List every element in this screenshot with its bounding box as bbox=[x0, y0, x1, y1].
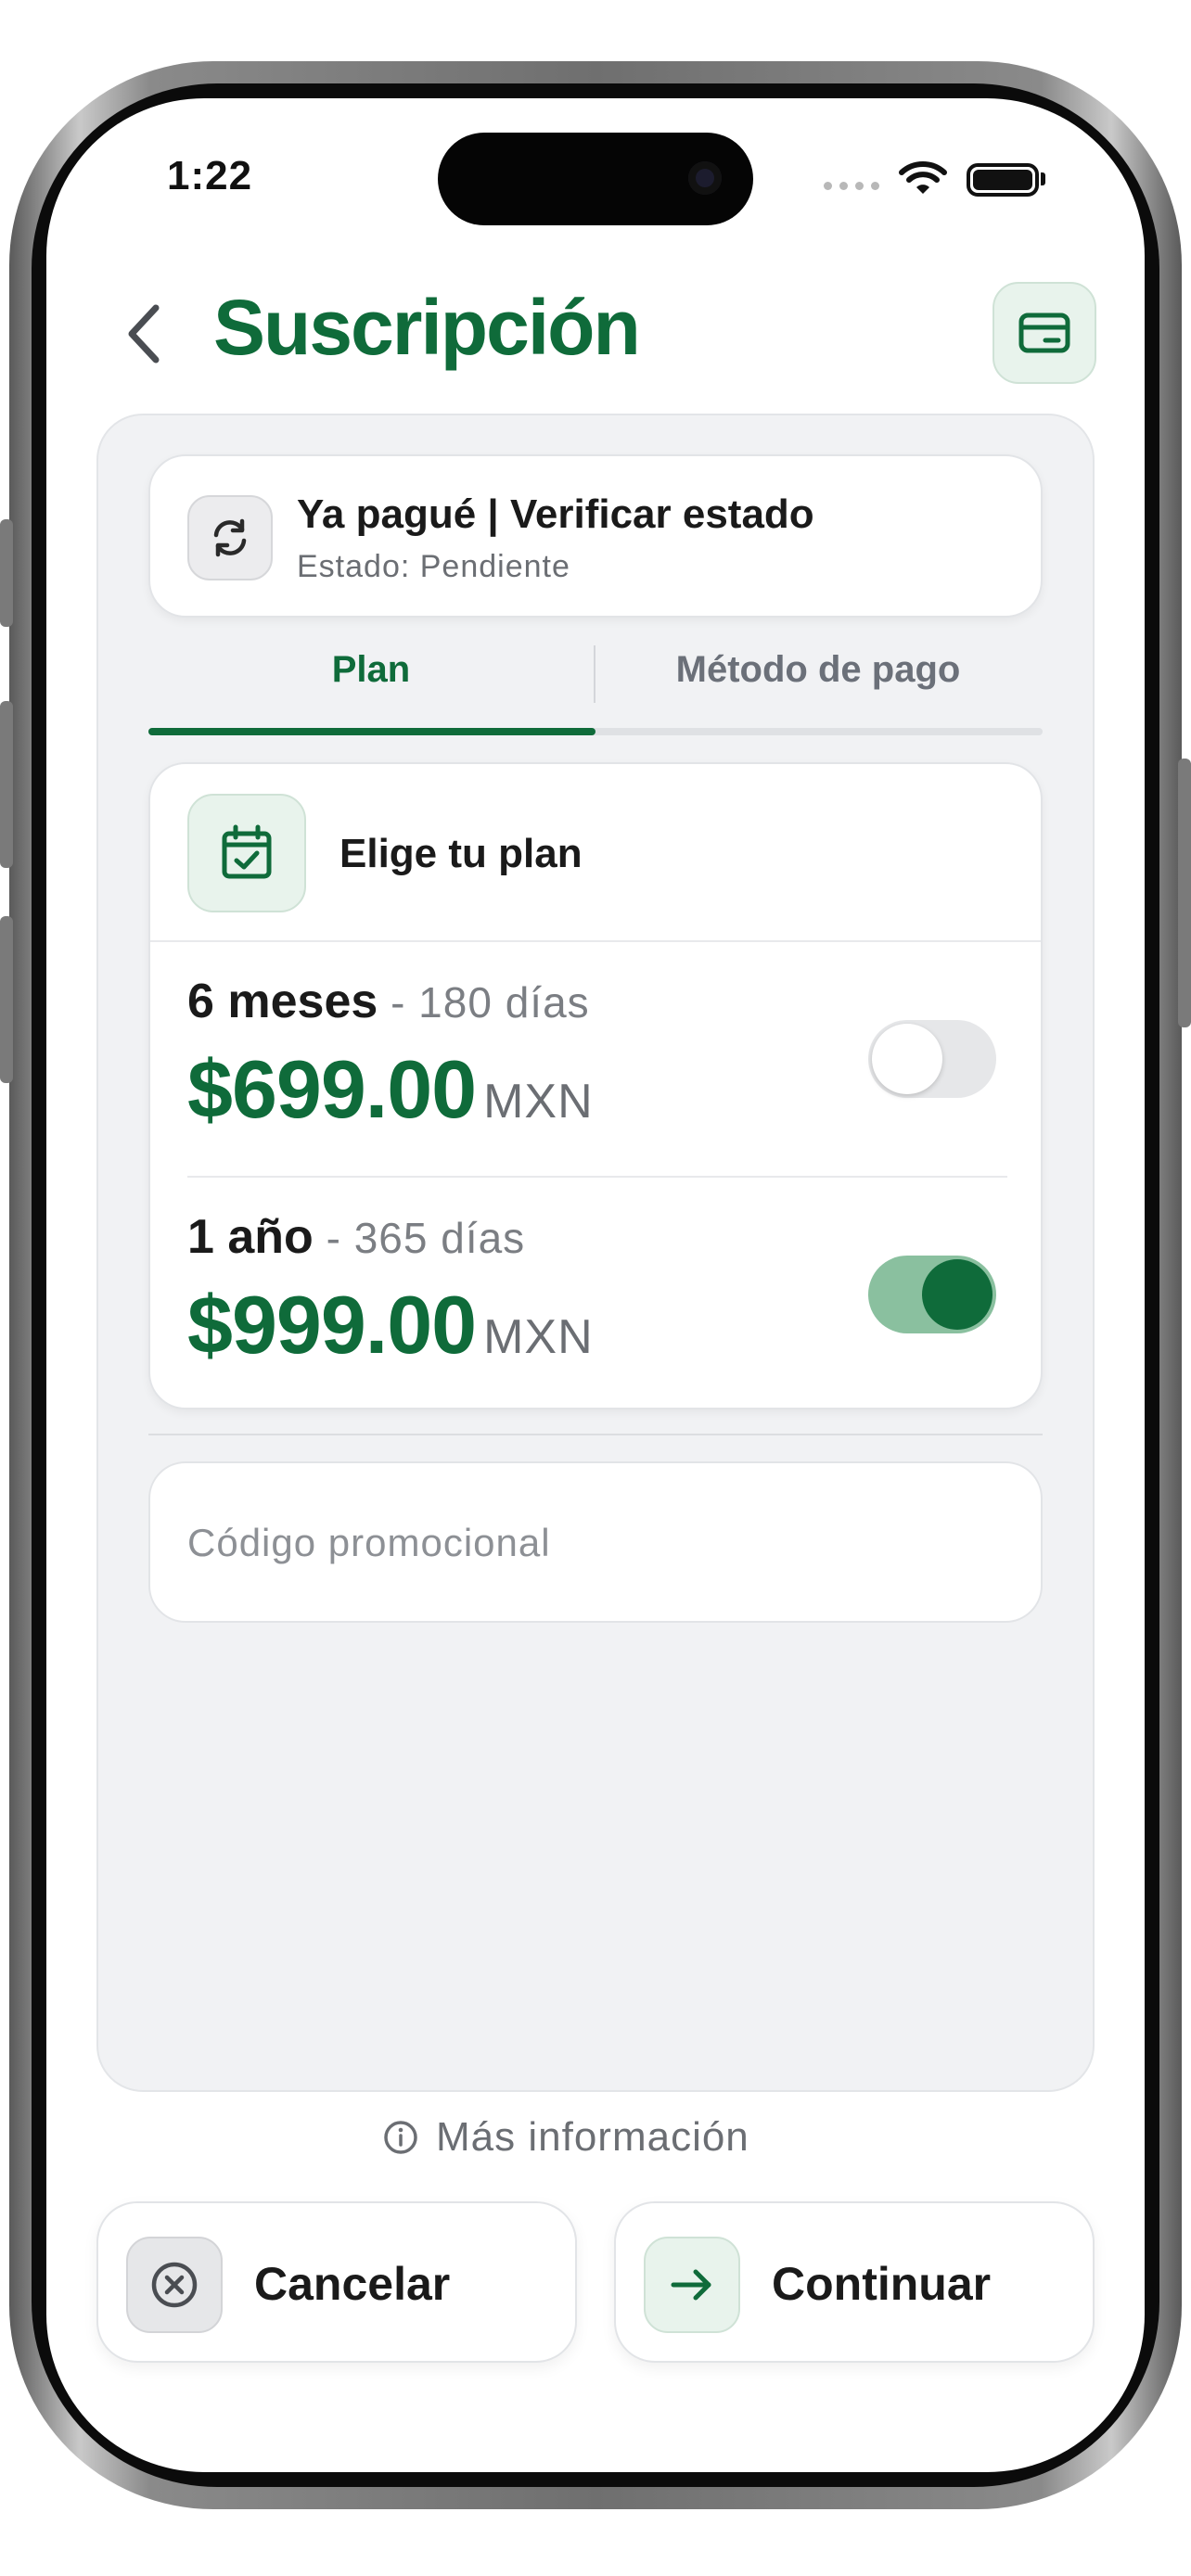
cancel-button-label: Cancelar bbox=[254, 2258, 451, 2310]
divider bbox=[150, 940, 1041, 942]
more-info-label: Más información bbox=[436, 2114, 749, 2160]
plan-card: Elige tu plan 6 meses - 180 días $699.00… bbox=[148, 762, 1043, 1409]
payment-status-subtitle: Estado: Pendiente bbox=[297, 549, 570, 584]
battery-tip bbox=[1041, 172, 1045, 185]
phone-side-button-mute bbox=[0, 519, 13, 627]
plan-days: - 365 días bbox=[313, 1214, 526, 1262]
refresh-icon bbox=[213, 518, 247, 557]
plan-option-1-year-name: 1 año - 365 días bbox=[187, 1209, 525, 1265]
plan-header-icon-box bbox=[187, 794, 306, 912]
continue-button-label: Continuar bbox=[772, 2258, 992, 2310]
divider bbox=[187, 1176, 1007, 1178]
phone-side-button-volume-down bbox=[0, 916, 13, 1083]
refresh-button[interactable] bbox=[187, 495, 273, 580]
chevron-left-icon[interactable] bbox=[119, 300, 171, 367]
phone-side-button-volume-up bbox=[0, 701, 13, 868]
promo-code-input[interactable] bbox=[187, 1510, 1004, 1576]
plan-duration: 6 meses bbox=[187, 975, 378, 1028]
arrow-right-icon bbox=[671, 2269, 711, 2301]
plan-section-title: Elige tu plan bbox=[339, 831, 583, 876]
tab-active-indicator bbox=[148, 728, 596, 735]
plan-6-months-toggle[interactable] bbox=[868, 1020, 996, 1098]
plan-duration: 1 año bbox=[187, 1210, 314, 1264]
plan-days: - 180 días bbox=[378, 978, 590, 1027]
toggle-knob bbox=[872, 1024, 942, 1094]
plan-price-value: $999.00 bbox=[187, 1279, 477, 1371]
payment-card-button[interactable] bbox=[992, 282, 1096, 384]
cancel-icon-box bbox=[126, 2237, 223, 2333]
plan-currency: MXN bbox=[483, 1075, 594, 1129]
phone-side-button-power bbox=[1178, 759, 1191, 1027]
more-info-link[interactable]: Más información bbox=[382, 2114, 749, 2161]
plan-option-6-months-price: $699.00 MXN bbox=[187, 1042, 594, 1137]
credit-card-icon bbox=[1018, 312, 1070, 353]
divider bbox=[148, 1434, 1043, 1435]
wifi-icon bbox=[899, 161, 947, 194]
status-time: 1:22 bbox=[167, 153, 253, 198]
camera-icon bbox=[688, 161, 722, 195]
battery-icon bbox=[967, 163, 1039, 197]
calendar-check-icon bbox=[222, 824, 272, 879]
payment-status-title: Ya pagué | Verificar estado bbox=[297, 491, 814, 537]
page-title: Suscripción bbox=[213, 284, 641, 371]
continue-icon-box bbox=[644, 2237, 740, 2333]
plan-1-year-toggle[interactable] bbox=[868, 1256, 996, 1333]
info-icon bbox=[384, 2121, 417, 2154]
plan-option-6-months-name: 6 meses - 180 días bbox=[187, 974, 590, 1029]
close-circle-icon bbox=[151, 2262, 198, 2308]
promo-code-container bbox=[148, 1461, 1043, 1623]
plan-option-1-year-price: $999.00 MXN bbox=[187, 1278, 594, 1372]
payment-status-card[interactable]: Ya pagué | Verificar estado Estado: Pend… bbox=[148, 454, 1043, 618]
plan-price-value: $699.00 bbox=[187, 1043, 477, 1135]
tab-payment-method[interactable]: Método de pago bbox=[596, 649, 1041, 691]
toggle-knob bbox=[922, 1259, 992, 1330]
cellular-signal-icon bbox=[824, 182, 879, 190]
continue-button[interactable]: Continuar bbox=[614, 2201, 1095, 2363]
tab-plan[interactable]: Plan bbox=[148, 649, 594, 691]
cancel-button[interactable]: Cancelar bbox=[96, 2201, 577, 2363]
plan-currency: MXN bbox=[483, 1310, 594, 1364]
